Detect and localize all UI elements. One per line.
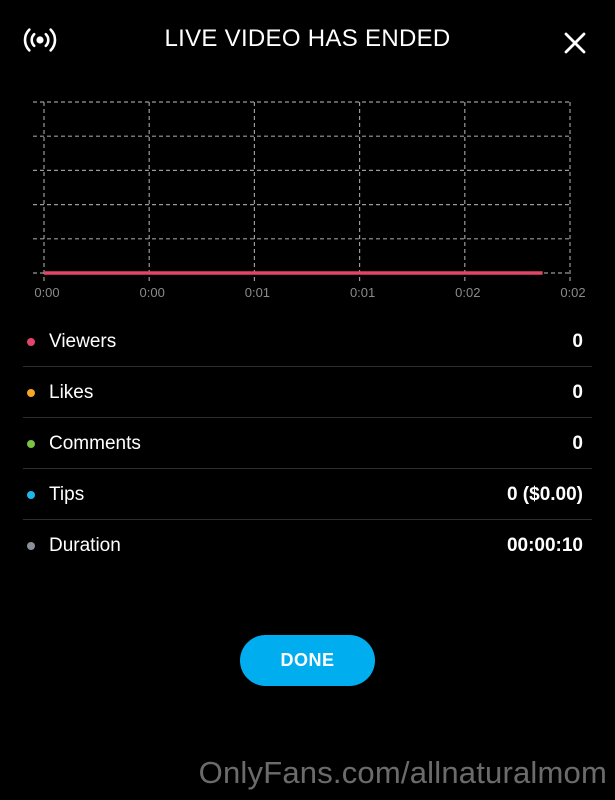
header: LIVE VIDEO HAS ENDED bbox=[0, 0, 615, 80]
stat-label: Likes bbox=[49, 382, 94, 403]
duration-dot bbox=[27, 542, 35, 550]
viewers-chart: 0:00 0:00 0:01 0:01 0:02 0:02 bbox=[0, 90, 615, 305]
stat-row-tips: Tips 0 ($0.00) bbox=[23, 469, 592, 520]
x-tick-label: 0:00 bbox=[140, 285, 165, 300]
stat-row-viewers: Viewers 0 bbox=[23, 316, 592, 367]
x-tick-label: 0:01 bbox=[245, 285, 270, 300]
x-tick-label: 0:02 bbox=[455, 285, 480, 300]
stat-label: Comments bbox=[49, 433, 141, 454]
stat-label: Tips bbox=[49, 484, 85, 505]
tips-dot bbox=[27, 491, 35, 499]
close-icon[interactable] bbox=[558, 26, 592, 60]
watermark: OnlyFans.com/allnaturalmom bbox=[198, 755, 607, 790]
stat-value: 0 bbox=[572, 382, 583, 403]
x-tick-label: 0:01 bbox=[350, 285, 375, 300]
x-tick-label: 0:02 bbox=[560, 285, 585, 300]
stat-label: Viewers bbox=[49, 331, 117, 352]
comments-dot bbox=[27, 440, 35, 448]
stat-value: 0 bbox=[572, 433, 583, 454]
stat-value: 00:00:10 bbox=[506, 535, 583, 556]
chart-canvas: 0:00 0:00 0:01 0:01 0:02 0:02 bbox=[33, 101, 586, 300]
x-tick-label: 0:00 bbox=[34, 285, 59, 300]
page-title: LIVE VIDEO HAS ENDED bbox=[164, 25, 451, 52]
stat-value: 0 bbox=[572, 331, 583, 352]
stat-row-comments: Comments 0 bbox=[23, 418, 592, 469]
likes-dot bbox=[27, 389, 35, 397]
stat-row-likes: Likes 0 bbox=[23, 367, 592, 418]
done-button[interactable]: DONE bbox=[240, 635, 375, 686]
stats-list: Viewers 0 Likes 0 Comments 0 Tips 0 ($0.… bbox=[23, 316, 592, 571]
stat-value: 0 ($0.00) bbox=[506, 484, 583, 505]
stat-row-duration: Duration 00:00:10 bbox=[23, 520, 592, 571]
stat-label: Duration bbox=[49, 535, 121, 556]
viewers-dot bbox=[27, 338, 35, 346]
